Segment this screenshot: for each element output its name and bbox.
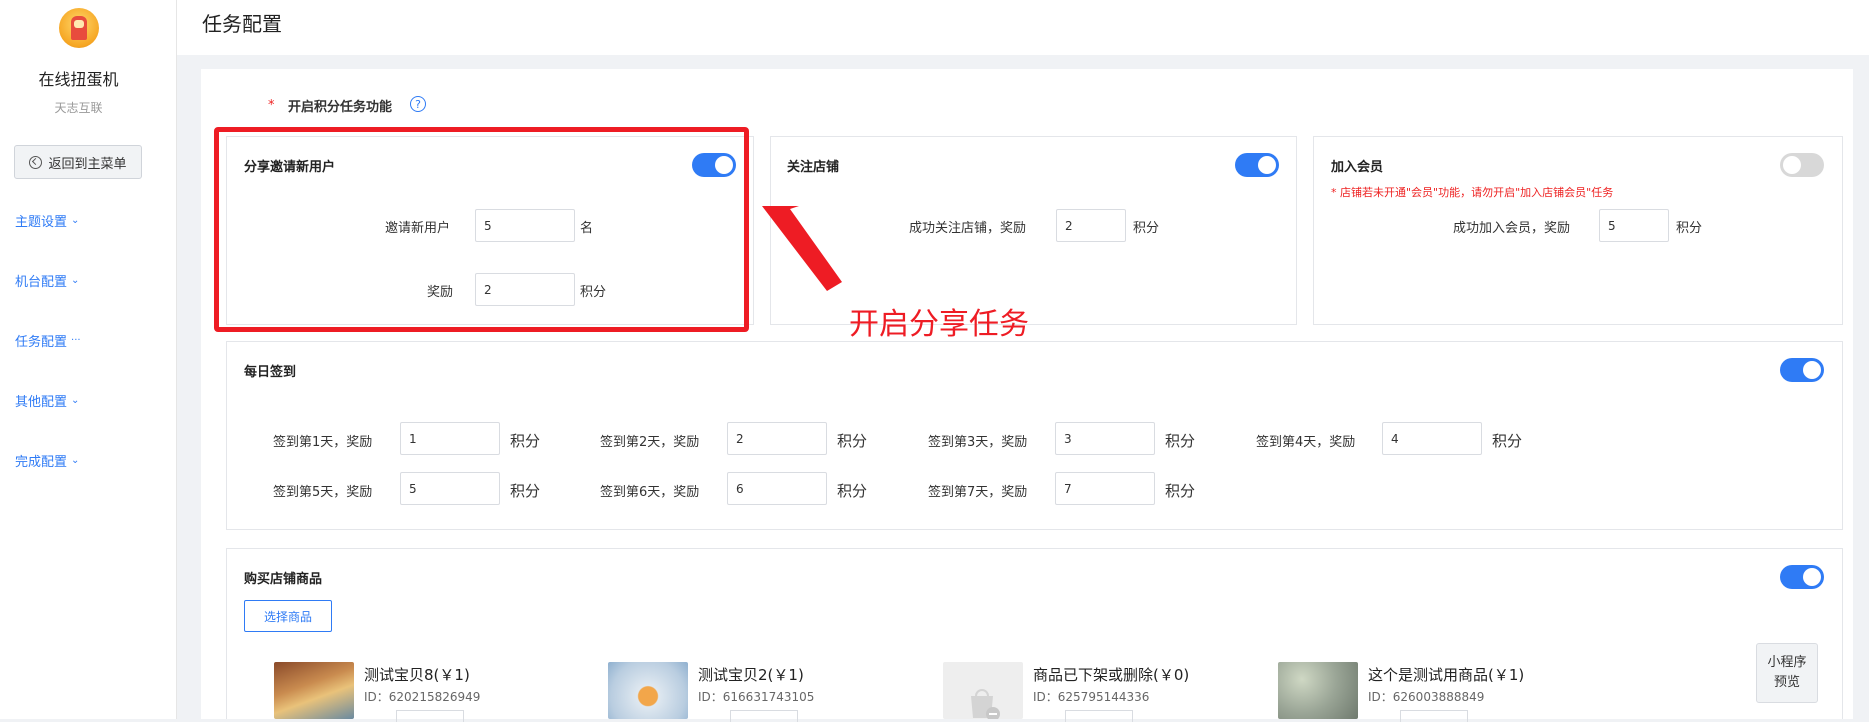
highlight-box bbox=[214, 127, 749, 332]
join-member-card bbox=[1313, 136, 1843, 325]
member-reward-label: 成功加入会员，奖励 bbox=[1453, 221, 1571, 236]
product-thumbnail-placeholder[interactable] bbox=[943, 662, 1023, 719]
product-control[interactable] bbox=[730, 710, 798, 722]
checkin-day-unit: 积分 bbox=[837, 432, 868, 450]
product-name: 测试宝贝8(￥1) bbox=[364, 666, 470, 684]
enable-points-task-label: 开启积分任务功能 bbox=[288, 100, 393, 115]
follow-reward-unit: 积分 bbox=[1133, 221, 1160, 236]
sidebar: 在线扭蛋机 天志互联 返回到主菜单 主题设置 ⌄ 机台配置 ⌄ 任务配置 ···… bbox=[0, 0, 177, 719]
nav-item-label: 完成配置 bbox=[15, 455, 68, 470]
product-thumbnail[interactable] bbox=[608, 662, 688, 719]
app-logo bbox=[59, 8, 99, 48]
shopping-bag-removed-icon bbox=[971, 689, 1000, 719]
purchase-task-toggle[interactable] bbox=[1780, 565, 1824, 589]
product-name: 测试宝贝2(￥1) bbox=[698, 666, 804, 684]
follow-reward-label: 成功关注店铺，奖励 bbox=[909, 221, 1027, 236]
nav-item-label: 任务配置 bbox=[15, 335, 68, 350]
member-reward-input[interactable]: 5 bbox=[1599, 209, 1669, 242]
product-thumbnail[interactable] bbox=[1278, 662, 1358, 719]
member-task-toggle[interactable] bbox=[1780, 153, 1824, 177]
mini-program-preview-button[interactable]: 小程序 预览 bbox=[1756, 643, 1818, 703]
page-header: 任务配置 bbox=[177, 0, 1869, 55]
product-id: ID：625795144336 bbox=[1033, 690, 1150, 704]
checkin-day-unit: 积分 bbox=[510, 432, 541, 450]
nav-item-finish[interactable]: 完成配置 ⌄ bbox=[15, 451, 79, 470]
member-card-title: 加入会员 bbox=[1331, 160, 1384, 175]
checkin-day-label: 签到第1天，奖励 bbox=[273, 435, 373, 450]
product-control[interactable] bbox=[1065, 710, 1133, 722]
required-mark: * bbox=[268, 98, 275, 113]
member-reward-unit: 积分 bbox=[1676, 221, 1703, 236]
checkin-day-unit: 积分 bbox=[1492, 432, 1523, 450]
checkin-day-label: 签到第4天，奖励 bbox=[1256, 435, 1356, 450]
product-control[interactable] bbox=[1400, 710, 1468, 722]
product-control[interactable] bbox=[396, 710, 464, 722]
product-id: ID：620215826949 bbox=[364, 690, 481, 704]
checkin-day-unit: 积分 bbox=[510, 482, 541, 500]
follow-card-title: 关注店铺 bbox=[787, 160, 840, 175]
checkin-day-input[interactable]: 4 bbox=[1382, 422, 1482, 455]
back-button-label: 返回到主菜单 bbox=[48, 156, 127, 172]
checkin-day-input[interactable]: 2 bbox=[727, 422, 827, 455]
chevron-down-icon: ⌄ bbox=[71, 455, 80, 466]
nav-item-theme[interactable]: 主题设置 ⌄ bbox=[15, 211, 79, 230]
checkin-day-label: 签到第7天，奖励 bbox=[928, 485, 1028, 500]
nav-item-machine[interactable]: 机台配置 ⌄ bbox=[15, 271, 79, 290]
checkin-day-label: 签到第6天，奖励 bbox=[600, 485, 700, 500]
chevron-down-icon: ⌄ bbox=[71, 395, 80, 406]
product-name: 这个是测试用商品(￥1) bbox=[1368, 666, 1525, 684]
follow-task-toggle[interactable] bbox=[1235, 153, 1279, 177]
chevron-down-icon: ⌄ bbox=[71, 275, 80, 286]
nav-item-task[interactable]: 任务配置 ··· bbox=[15, 331, 81, 350]
member-warning: * 店铺若未开通"会员"功能，请勿开启"加入店铺会员"任务 bbox=[1331, 186, 1614, 199]
back-arrow-circle-icon bbox=[29, 155, 43, 169]
company-name: 天志互联 bbox=[54, 101, 103, 115]
checkin-day-input[interactable]: 7 bbox=[1055, 472, 1155, 505]
nav-item-label: 其他配置 bbox=[15, 395, 68, 410]
product-id: ID：626003888849 bbox=[1368, 690, 1485, 704]
select-products-button[interactable]: 选择商品 bbox=[244, 600, 332, 632]
nav-item-label: 主题设置 bbox=[15, 215, 68, 230]
back-to-main-menu-button[interactable]: 返回到主菜单 bbox=[14, 145, 142, 179]
more-dots-icon: ··· bbox=[71, 335, 81, 346]
product-thumbnail[interactable] bbox=[274, 662, 354, 719]
app-name: 在线扭蛋机 bbox=[38, 70, 119, 89]
checkin-day-unit: 积分 bbox=[1165, 432, 1196, 450]
checkin-day-unit: 积分 bbox=[837, 482, 868, 500]
purchase-card-title: 购买店铺商品 bbox=[244, 572, 323, 587]
checkin-day-input[interactable]: 6 bbox=[727, 472, 827, 505]
checkin-day-label: 签到第3天，奖励 bbox=[928, 435, 1028, 450]
nav-item-other[interactable]: 其他配置 ⌄ bbox=[15, 391, 79, 410]
checkin-day-input[interactable]: 1 bbox=[400, 422, 500, 455]
help-icon[interactable]: ? bbox=[410, 96, 426, 112]
chevron-down-icon: ⌄ bbox=[71, 215, 80, 226]
preview-label-line2: 预览 bbox=[1773, 675, 1800, 690]
follow-reward-input[interactable]: 2 bbox=[1056, 209, 1126, 242]
daily-checkin-toggle[interactable] bbox=[1780, 358, 1824, 382]
checkin-day-label: 签到第5天，奖励 bbox=[273, 485, 373, 500]
checkin-day-input[interactable]: 3 bbox=[1055, 422, 1155, 455]
product-name: 商品已下架或删除(￥0) bbox=[1033, 666, 1190, 684]
checkin-day-unit: 积分 bbox=[1165, 482, 1196, 500]
preview-label-line1: 小程序 bbox=[1767, 655, 1807, 670]
checkin-day-input[interactable]: 5 bbox=[400, 472, 500, 505]
follow-shop-card bbox=[770, 136, 1297, 325]
nav-item-label: 机台配置 bbox=[15, 275, 68, 290]
product-id: ID：616631743105 bbox=[698, 690, 815, 704]
daily-card-title: 每日签到 bbox=[244, 365, 297, 380]
page-title: 任务配置 bbox=[202, 12, 282, 36]
checkin-day-label: 签到第2天，奖励 bbox=[600, 435, 700, 450]
annotation-text: 开启分享任务 bbox=[849, 307, 1029, 342]
